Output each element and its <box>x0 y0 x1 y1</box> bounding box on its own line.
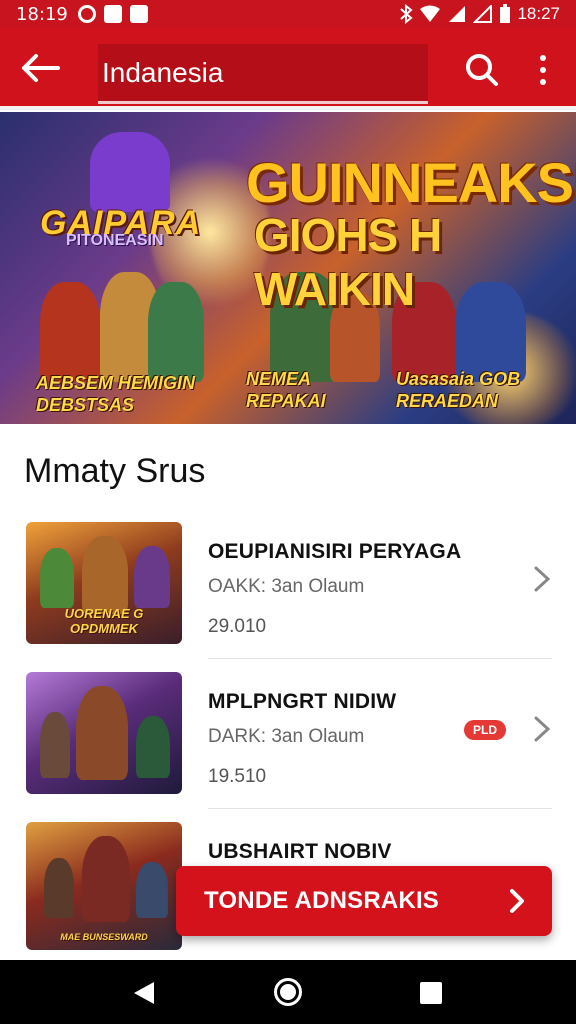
search-button[interactable] <box>462 50 502 90</box>
hero-figure <box>40 282 100 382</box>
banner-caption-center: NEMEA REPAKAI <box>246 369 326 411</box>
status-time: 18:19 <box>16 3 68 25</box>
promo-banner[interactable]: GAIPARA PITONEASIN GUINNEAKSI GIOHS H WA… <box>0 112 576 424</box>
thumb-figure <box>136 716 170 778</box>
search-query-text: Indanesia <box>102 56 224 88</box>
bluetooth-icon <box>400 4 413 24</box>
thumb-figure <box>40 548 74 608</box>
status-badge: PLD <box>464 720 506 740</box>
search-icon <box>466 54 498 86</box>
item-price: 19.510 <box>208 766 267 787</box>
thumb-figure <box>40 712 70 778</box>
more-options-button[interactable] <box>530 50 556 90</box>
thumb-label: MAE BUNSESWARD <box>60 932 148 942</box>
nav-home-icon[interactable] <box>274 978 302 1006</box>
thumb-figure <box>136 862 168 918</box>
banner-headline: GUINNEAKSI <box>246 151 576 214</box>
item-subtitle: DARK: 3an Olaum <box>208 726 365 747</box>
chevron-right-icon <box>534 566 551 592</box>
chevron-right-icon <box>510 889 524 913</box>
hero-figure <box>90 132 170 212</box>
nav-back-icon[interactable] <box>132 980 156 1006</box>
notification-icon <box>103 5 122 23</box>
hero-figure <box>148 282 204 382</box>
item-subtitle: OAKK: 3an Olaum <box>208 576 365 597</box>
system-nav-bar <box>0 960 576 1024</box>
signal-icon <box>449 6 466 22</box>
search-field[interactable]: Indanesia <box>98 44 428 104</box>
item-title: MPLPNGRT NIDIW <box>208 690 397 713</box>
sync-icon <box>77 5 96 23</box>
thumb-figure <box>76 686 128 780</box>
item-thumbnail: UORENAE G OPDMMEK <box>26 522 182 644</box>
mail-icon <box>129 5 148 23</box>
app-bar: Indanesia <box>0 28 576 110</box>
list-item[interactable]: UORENAE G OPDMMEK OEUPIANISIRI PERYAGA O… <box>0 510 576 660</box>
nav-recents-icon[interactable] <box>420 982 442 1004</box>
status-bar: 18:19 18:27 <box>0 0 576 28</box>
battery-icon <box>500 4 511 23</box>
item-title: UBSHAIRT NOBIV <box>208 840 392 863</box>
status-clock-right: 18:27 <box>517 4 560 23</box>
banner-left-subtitle: PITONEASIN <box>66 232 164 249</box>
chevron-right-icon <box>534 716 551 742</box>
item-price: 29.010 <box>208 616 267 637</box>
thumb-figure <box>134 546 170 608</box>
section-title: Mmaty Srus <box>24 452 206 490</box>
back-button[interactable] <box>16 46 64 90</box>
primary-action-button[interactable]: TONDE ADNSRAKIS <box>176 866 552 936</box>
list-item[interactable]: MPLPNGRT NIDIW DARK: 3an Olaum 19.510 PL… <box>0 660 576 810</box>
arrow-left-icon <box>22 54 60 82</box>
banner-subheadline: GIOHS H WAIKIN <box>254 209 442 315</box>
wifi-icon <box>420 5 441 22</box>
thumb-figure <box>44 858 74 918</box>
item-title: OEUPIANISIRI PERYAGA <box>208 540 462 563</box>
item-thumbnail <box>26 672 182 794</box>
divider <box>208 808 552 809</box>
cta-label: TONDE ADNSRAKIS <box>204 887 440 914</box>
item-thumbnail: MAE BUNSESWARD <box>26 822 182 950</box>
banner-caption-left: AEBSEM HEMIGIN DEBSTSAS <box>36 373 196 415</box>
banner-caption-right: Uasasaia GOB RERAEDAN <box>396 369 521 411</box>
more-vert-icon <box>540 55 546 61</box>
no-signal-icon <box>473 5 493 23</box>
thumb-figure <box>82 536 128 614</box>
divider <box>208 658 552 659</box>
thumb-figure <box>82 836 130 922</box>
thumb-label: UORENAE G OPDMMEK <box>64 606 144 636</box>
